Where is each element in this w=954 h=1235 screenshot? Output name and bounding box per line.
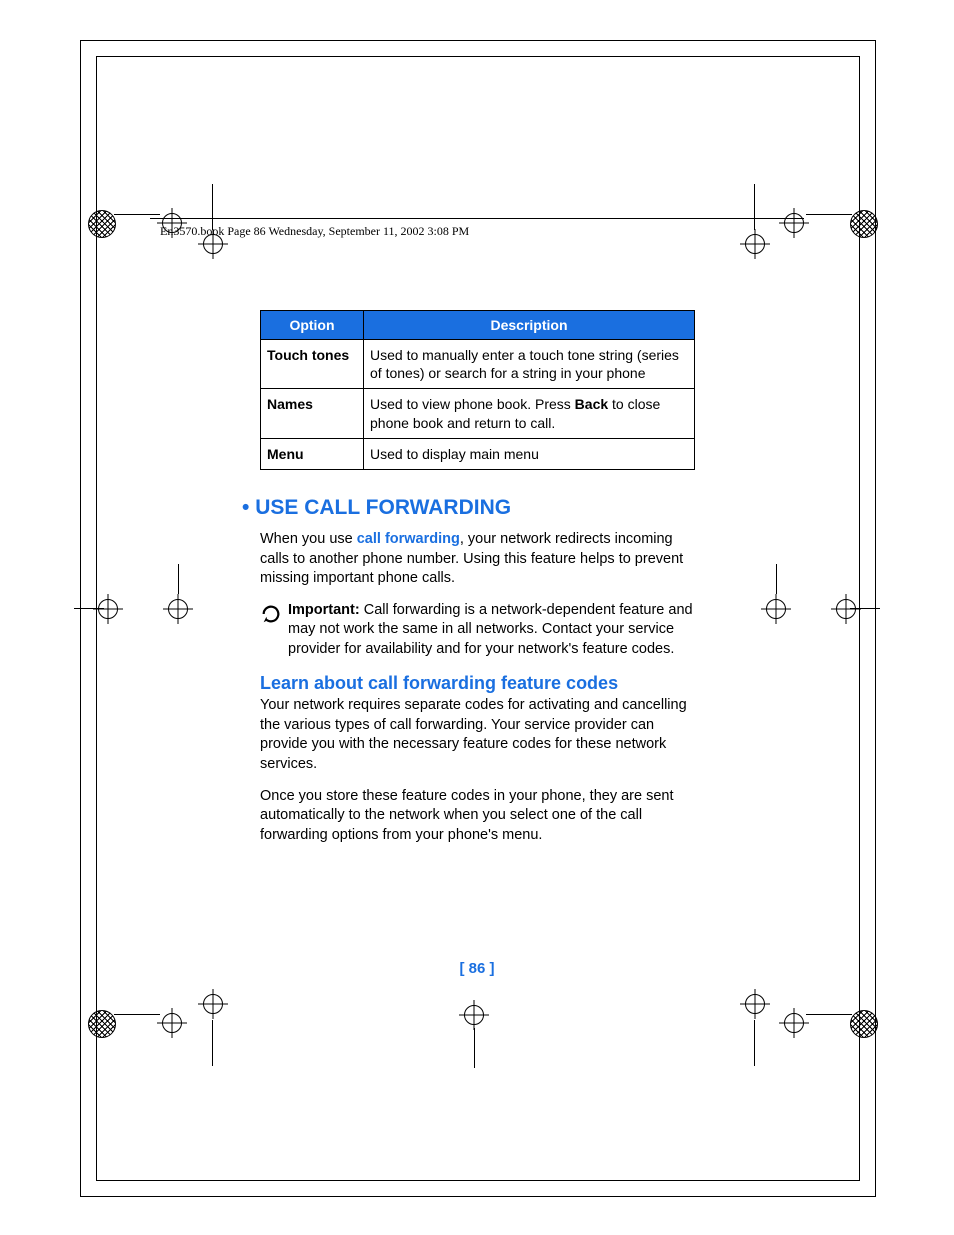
- running-header: En3570.book Page 86 Wednesday, September…: [160, 224, 469, 239]
- paragraph: Once you store these feature codes in yo…: [260, 787, 695, 846]
- text: When you use: [260, 531, 357, 547]
- section-title-text: USE CALL FORWARDING: [255, 496, 511, 519]
- table-header-description: Description: [364, 311, 695, 340]
- intro-paragraph: When you use call forwarding, your netwo…: [260, 530, 695, 589]
- bold-text: Back: [575, 396, 608, 412]
- description-cell: Used to manually enter a touch tone stri…: [364, 340, 695, 389]
- table-row: Touch tones Used to manually enter a tou…: [261, 340, 695, 389]
- paragraph: Your network requires separate codes for…: [260, 696, 695, 774]
- call-forwarding-link[interactable]: call forwarding: [357, 531, 460, 547]
- text: Used to view phone book. Press: [370, 396, 575, 412]
- subsection-heading: Learn about call forwarding feature code…: [260, 673, 695, 694]
- important-note: Important: Call forwarding is a network-…: [260, 601, 695, 660]
- section-heading: • USE CALL FORWARDING: [260, 496, 695, 520]
- page-number: [ 86 ]: [0, 960, 954, 977]
- important-arrow-icon: [260, 603, 288, 660]
- page-content: Option Description Touch tones Used to m…: [260, 310, 695, 857]
- table-row: Names Used to view phone book. Press Bac…: [261, 389, 695, 438]
- option-cell: Menu: [261, 438, 364, 469]
- note-text: Important: Call forwarding is a network-…: [288, 601, 695, 660]
- bullet-icon: •: [242, 496, 249, 519]
- option-cell: Touch tones: [261, 340, 364, 389]
- description-cell: Used to display main menu: [364, 438, 695, 469]
- table-header-option: Option: [261, 311, 364, 340]
- description-cell: Used to view phone book. Press Back to c…: [364, 389, 695, 438]
- header-rule: [150, 218, 804, 219]
- option-cell: Names: [261, 389, 364, 438]
- note-label: Important:: [288, 602, 360, 618]
- table-row: Menu Used to display main menu: [261, 438, 695, 469]
- options-table: Option Description Touch tones Used to m…: [260, 310, 695, 470]
